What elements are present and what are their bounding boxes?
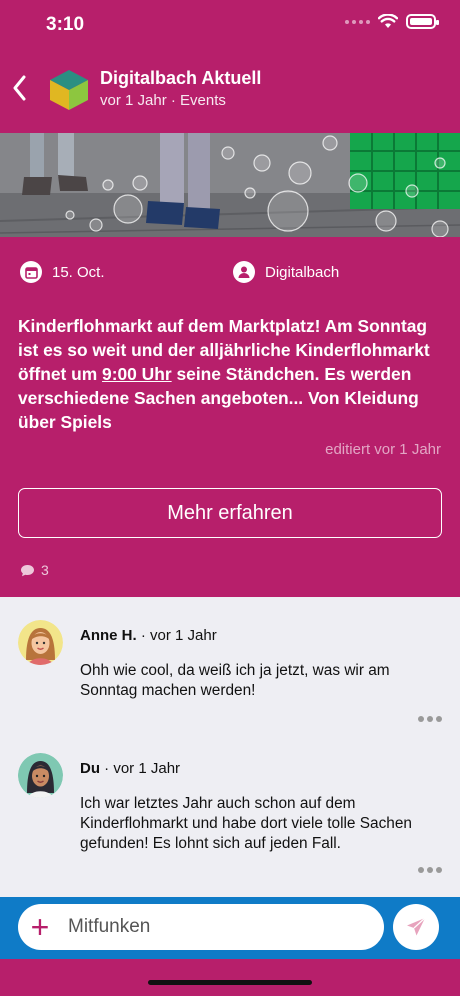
paper-plane-icon	[407, 917, 426, 936]
post-body: Kinderflohmarkt auf dem Marktplatz! Am S…	[18, 314, 440, 434]
post-author: Digitalbach	[233, 261, 339, 283]
edited-label: editiert vor 1 Jahr	[325, 441, 441, 458]
flea-market-photo	[0, 133, 460, 237]
calendar-icon	[20, 261, 42, 283]
comments-section: Anne H. · vor 1 Jahr Ohh wie cool, da we…	[0, 597, 460, 897]
comment-header: Du · vor 1 Jahr	[80, 760, 180, 777]
post-date-text: 15. Oct.	[52, 263, 105, 281]
status-bar: 3:10	[0, 0, 460, 50]
post-author-text: Digitalbach	[265, 263, 340, 281]
header: Digitalbach Aktuell vor 1 Jahr · Events	[0, 56, 460, 126]
status-time: 3:10	[46, 14, 85, 35]
comment-author: Du	[80, 760, 100, 777]
page-subtitle: vor 1 Jahr · Events	[100, 92, 226, 109]
back-button[interactable]	[6, 70, 32, 106]
cellular-signal-icon	[345, 19, 370, 24]
comment-text: Ich war letztes Jahr auch schon auf dem …	[80, 795, 412, 852]
comment-author: Anne H.	[80, 627, 137, 644]
comment-input[interactable]: + Mitfunken	[18, 904, 384, 950]
comment-time: · vor 1 Jahr	[104, 760, 181, 777]
send-button[interactable]	[393, 904, 439, 950]
avatar[interactable]	[18, 620, 63, 665]
ellipsis-icon[interactable]	[418, 867, 442, 873]
cube-icon	[50, 70, 88, 110]
comment-text: Ohh wie cool, da weiß ich ja jetzt, was …	[80, 662, 390, 699]
wifi-icon	[378, 14, 398, 28]
comment-header: Anne H. · vor 1 Jahr	[80, 627, 217, 644]
comment-composer: + Mitfunken	[0, 897, 460, 959]
comment-count[interactable]: 3	[20, 562, 49, 578]
chevron-left-icon	[13, 75, 26, 101]
avatar[interactable]	[18, 753, 63, 798]
plus-icon[interactable]: +	[18, 904, 62, 950]
speech-bubble-icon	[21, 564, 34, 576]
page-title: Digitalbach Aktuell	[100, 68, 262, 88]
post-body-time-link[interactable]: 9:00 Uhr	[102, 364, 172, 384]
status-icons	[345, 14, 439, 29]
home-indicator[interactable]	[148, 980, 312, 985]
comment-count-value: 3	[41, 562, 49, 578]
ellipsis-icon[interactable]	[418, 716, 442, 722]
post-image	[0, 133, 460, 237]
comment-time: · vor 1 Jahr	[140, 627, 217, 644]
post-date: 15. Oct.	[20, 261, 105, 283]
battery-icon	[406, 14, 439, 29]
person-icon	[233, 261, 255, 283]
more-info-button[interactable]: Mehr erfahren	[18, 488, 442, 538]
comment-input-placeholder: Mitfunken	[68, 916, 151, 937]
